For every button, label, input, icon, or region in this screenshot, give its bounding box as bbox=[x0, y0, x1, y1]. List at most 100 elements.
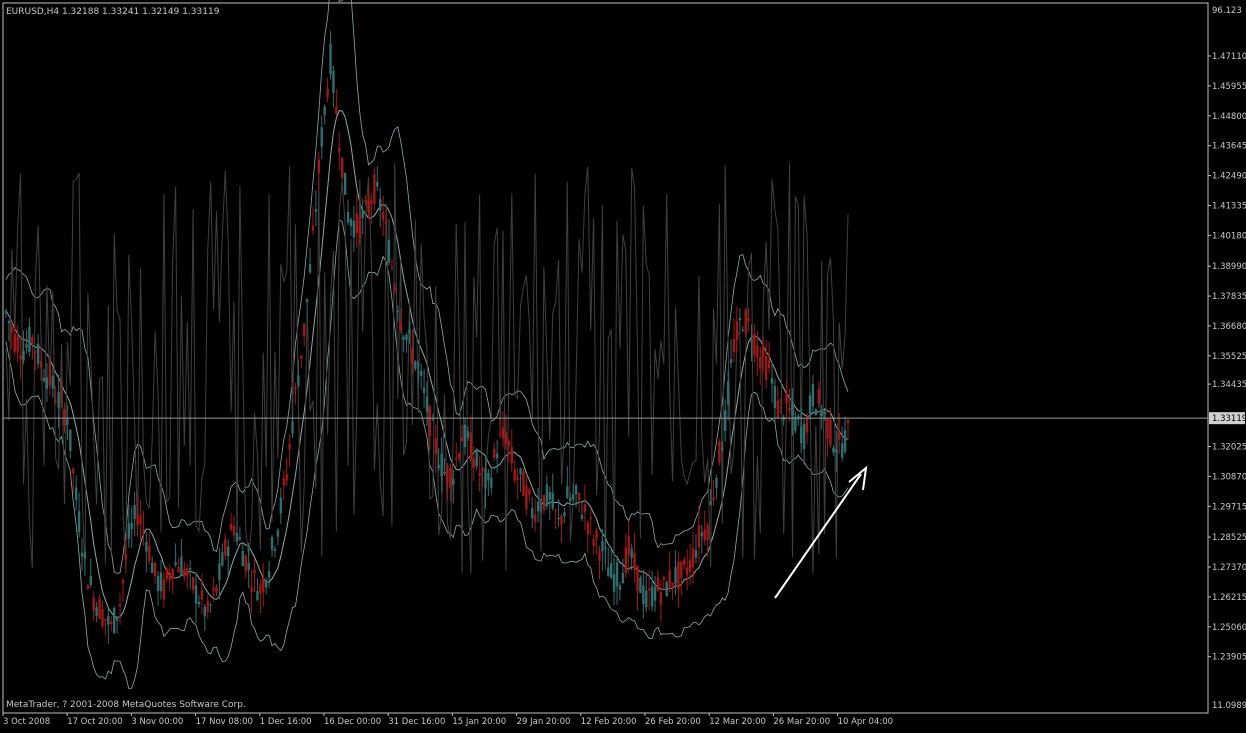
y-tick-label: 1.28525 bbox=[1212, 533, 1246, 543]
candle-body bbox=[504, 432, 508, 445]
candle-body bbox=[314, 209, 318, 212]
candle-body bbox=[457, 453, 461, 459]
candle-body bbox=[794, 416, 797, 431]
candle-body bbox=[57, 392, 60, 408]
candle-body bbox=[598, 551, 601, 562]
candle-body bbox=[478, 472, 481, 476]
candle-body bbox=[595, 530, 598, 539]
candle-body bbox=[332, 70, 335, 93]
candle-body bbox=[472, 458, 475, 468]
candle-body bbox=[820, 410, 823, 417]
chart-canvas[interactable]: 1.47110 1.45955 1.44800 1.43645 1.42490 1.413… bbox=[0, 0, 1246, 729]
candle-body bbox=[417, 364, 420, 366]
candle-body bbox=[291, 421, 294, 434]
candle-body bbox=[203, 606, 207, 617]
candle-body bbox=[609, 563, 613, 578]
x-tick-label: 10 Apr 04:00 bbox=[838, 717, 893, 727]
candle-body bbox=[522, 471, 525, 496]
x-tick-label: 15 Jan 20:00 bbox=[452, 717, 506, 727]
x-tick-label: 3 Nov 00:00 bbox=[131, 717, 183, 727]
candle-body bbox=[697, 525, 701, 548]
candle-body bbox=[10, 327, 14, 333]
candle-body bbox=[387, 239, 391, 263]
candle-body bbox=[721, 448, 724, 451]
candle-body bbox=[361, 210, 364, 219]
candle-body bbox=[168, 572, 171, 580]
candle-body bbox=[481, 468, 484, 472]
candle-body bbox=[510, 446, 513, 464]
candle-body bbox=[726, 381, 730, 405]
candle-body bbox=[121, 580, 125, 584]
candle-body bbox=[308, 263, 312, 273]
candle-body bbox=[229, 523, 233, 530]
candle-body bbox=[98, 598, 101, 619]
candle-body bbox=[452, 478, 455, 485]
candle-body bbox=[422, 387, 426, 394]
candle-body bbox=[370, 200, 373, 205]
candle-body bbox=[317, 159, 321, 174]
candle-body bbox=[560, 515, 563, 525]
candle-body bbox=[647, 588, 651, 591]
candle-body bbox=[13, 333, 16, 352]
y-tick-label: 1.41335 bbox=[1212, 201, 1246, 211]
candle-body bbox=[443, 471, 446, 474]
candle-body bbox=[680, 561, 683, 578]
candle-body bbox=[589, 517, 592, 520]
candle-body bbox=[265, 580, 268, 588]
candle-body bbox=[4, 310, 8, 313]
candle-body bbox=[101, 608, 104, 626]
candle-body bbox=[247, 562, 250, 571]
candle-body bbox=[238, 537, 242, 540]
candle-body bbox=[832, 447, 835, 453]
candle-body bbox=[288, 443, 291, 450]
candle-body bbox=[683, 559, 686, 565]
y-tick-label: 1.25060 bbox=[1212, 623, 1246, 633]
candle-body bbox=[171, 568, 174, 579]
candle-body bbox=[665, 582, 668, 596]
candle-body bbox=[77, 511, 81, 533]
candle-body bbox=[788, 407, 791, 411]
candle-body bbox=[762, 346, 765, 358]
candle-body bbox=[843, 430, 847, 452]
candle-body bbox=[51, 376, 54, 389]
candle-body bbox=[197, 601, 201, 605]
price-chart[interactable]: 1.47110 1.45955 1.44800 1.43645 1.42490 1.413… bbox=[0, 0, 1246, 729]
candle-body bbox=[270, 536, 274, 550]
candle-body bbox=[419, 370, 423, 376]
candle-body bbox=[750, 340, 753, 343]
candle-body bbox=[381, 212, 385, 221]
candle-body bbox=[305, 298, 309, 303]
candle-body bbox=[320, 127, 323, 147]
candle-body bbox=[656, 577, 660, 591]
candle-body bbox=[115, 617, 119, 621]
candle-body bbox=[688, 559, 692, 572]
candle-body bbox=[545, 484, 549, 506]
candle-body bbox=[548, 491, 551, 500]
y-tick-label: 1.42490 bbox=[1212, 172, 1246, 182]
x-tick-label: 29 Jan 20:00 bbox=[517, 717, 571, 727]
candle-body bbox=[139, 515, 142, 524]
candle-body bbox=[525, 485, 528, 510]
candle-body bbox=[645, 590, 648, 608]
candle-body bbox=[60, 392, 63, 395]
candle-body bbox=[446, 465, 449, 484]
y-tick-label: 1.30870 bbox=[1212, 472, 1246, 482]
candle-body bbox=[615, 562, 619, 587]
candle-body bbox=[285, 474, 288, 481]
candle-body bbox=[642, 585, 645, 605]
candle-body bbox=[89, 575, 92, 585]
candle-body bbox=[618, 585, 622, 590]
candle-body bbox=[703, 529, 706, 541]
candle-body bbox=[463, 424, 467, 447]
candle-body bbox=[741, 329, 744, 331]
candle-body bbox=[215, 586, 218, 594]
candle-body bbox=[338, 147, 341, 152]
candle-body bbox=[343, 172, 347, 195]
candle-body bbox=[677, 562, 680, 589]
y-tick-label: 1.38990 bbox=[1212, 262, 1246, 272]
x-tick-label: 3 Oct 2008 bbox=[3, 717, 50, 727]
candle-body bbox=[495, 453, 499, 459]
candle-body bbox=[756, 345, 759, 358]
candle-body bbox=[133, 505, 136, 520]
candle-body bbox=[224, 538, 227, 556]
